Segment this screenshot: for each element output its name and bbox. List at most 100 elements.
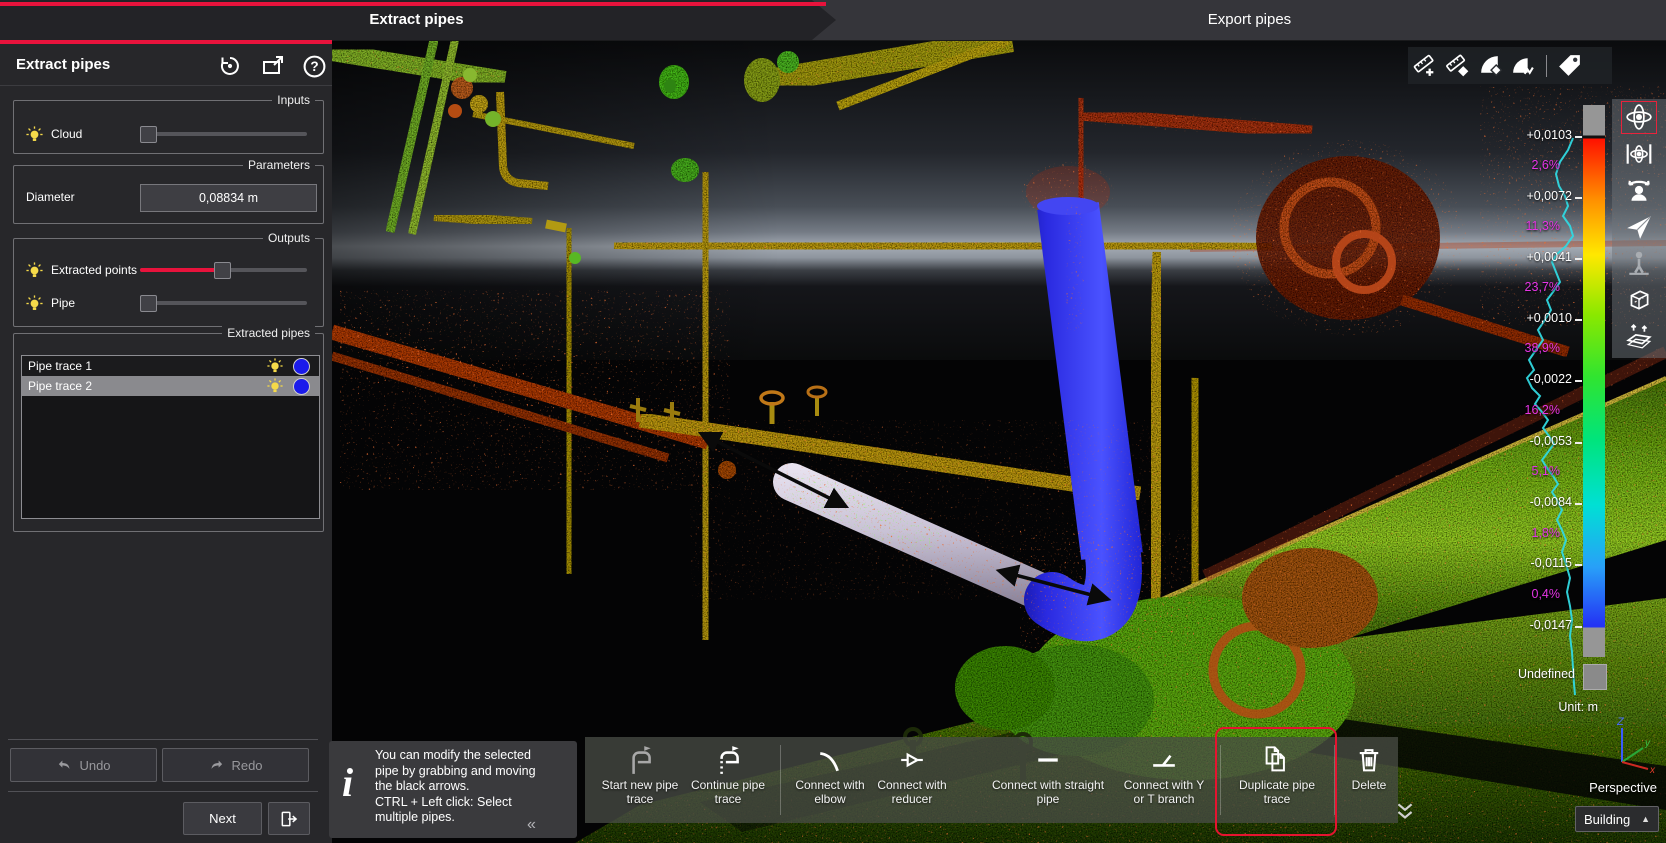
view-cube-icon[interactable] bbox=[1619, 282, 1659, 319]
visibility-bulb-icon[interactable] bbox=[267, 358, 283, 374]
pipe-trace-row-selected[interactable]: Pipe trace 2 bbox=[22, 376, 319, 396]
pipe-trace-row[interactable]: Pipe trace 1 bbox=[22, 356, 319, 376]
turntable-icon[interactable] bbox=[1619, 172, 1659, 209]
scale-value: +0,0072 bbox=[1526, 189, 1572, 203]
scale-percent: 1,8% bbox=[1532, 526, 1561, 540]
exit-icon bbox=[279, 809, 299, 829]
branch-icon bbox=[1151, 747, 1177, 773]
scale-percent: 23,7% bbox=[1525, 280, 1560, 294]
extracted-pipes-list[interactable]: Pipe trace 1 Pipe trace 2 bbox=[21, 355, 320, 519]
extracted-points-slider[interactable] bbox=[140, 262, 307, 278]
undo-button[interactable]: Undo bbox=[10, 748, 157, 782]
parameters-group: Parameters Diameter 0,08834 m bbox=[13, 165, 324, 224]
slider-fill bbox=[140, 268, 222, 272]
outputs-group: Outputs Extracted points bbox=[13, 238, 324, 327]
continue-pipe-icon bbox=[713, 744, 743, 776]
scale-percent: 2,6% bbox=[1532, 158, 1561, 172]
diameter-label: Diameter bbox=[26, 190, 75, 204]
next-button[interactable]: Next bbox=[183, 802, 262, 835]
orbit-constrained-icon[interactable] bbox=[1619, 136, 1659, 173]
redo-icon bbox=[208, 757, 225, 774]
svg-text:?: ? bbox=[310, 59, 318, 74]
continue-pipe-trace-button[interactable]: Continue pipetrace bbox=[684, 742, 772, 820]
duplicate-pipe-trace-button[interactable]: Duplicate pipetrace bbox=[1224, 742, 1330, 820]
redo-button[interactable]: Redo bbox=[162, 748, 309, 782]
toolbar-divider bbox=[1334, 745, 1335, 815]
connect-with-reducer-button[interactable]: Connect withreducer bbox=[874, 742, 950, 820]
hint-panel: i You can modify the selected pipe by gr… bbox=[329, 741, 577, 838]
visibility-bulb-icon[interactable] bbox=[26, 295, 43, 312]
pipe-opacity-slider[interactable] bbox=[140, 295, 307, 311]
measure-distance-icon[interactable] bbox=[1441, 51, 1474, 81]
slider-track[interactable] bbox=[140, 132, 307, 136]
color-scale-bar bbox=[1583, 105, 1605, 657]
inputs-group: Inputs Cloud bbox=[13, 100, 324, 154]
collapse-hint-chevron-icon[interactable]: « bbox=[527, 817, 536, 833]
slider-thumb[interactable] bbox=[214, 262, 231, 279]
scale-tick bbox=[1575, 503, 1582, 505]
reset-command-button[interactable] bbox=[218, 53, 244, 79]
scale-tick bbox=[1575, 197, 1582, 199]
scale-tick bbox=[1575, 258, 1582, 260]
help-button[interactable]: ? bbox=[302, 53, 328, 79]
pipe-color-swatch[interactable] bbox=[293, 358, 310, 375]
open-external-icon bbox=[261, 54, 285, 78]
exit-command-button[interactable] bbox=[268, 802, 310, 835]
straight-pipe-icon bbox=[1035, 747, 1061, 773]
connect-with-elbow-button[interactable]: Connect withelbow bbox=[788, 742, 872, 820]
fly-icon[interactable] bbox=[1619, 209, 1659, 246]
scale-percent: 16,2% bbox=[1525, 403, 1560, 417]
svg-text:x: x bbox=[1649, 765, 1656, 776]
open-in-window-button[interactable] bbox=[261, 53, 287, 79]
undefined-label: Undefined bbox=[1518, 667, 1575, 681]
measure-angle-axis-icon[interactable] bbox=[1507, 51, 1540, 81]
tab-export-label: Export pipes bbox=[1208, 11, 1291, 28]
delete-button[interactable]: Delete bbox=[1340, 742, 1398, 820]
chevron-up-icon: ▲ bbox=[1641, 814, 1650, 824]
orbit-icon[interactable] bbox=[1619, 99, 1659, 136]
diameter-field[interactable]: 0,08834 m bbox=[140, 184, 317, 212]
trash-icon bbox=[1355, 745, 1383, 775]
duplicate-icon bbox=[1262, 745, 1292, 775]
slider-thumb[interactable] bbox=[140, 295, 157, 312]
visibility-bulb-icon[interactable] bbox=[267, 378, 283, 394]
clipping-box-icon[interactable] bbox=[1619, 318, 1659, 355]
visibility-bulb-icon[interactable] bbox=[26, 262, 43, 279]
slider-thumb[interactable] bbox=[140, 126, 157, 143]
view-navigation-toolbar bbox=[1612, 99, 1666, 358]
start-new-pipe-icon bbox=[625, 744, 655, 776]
scale-percent: 38,9% bbox=[1525, 341, 1560, 355]
panel-title: Extract pipes bbox=[16, 44, 110, 85]
connect-with-straight-pipe-button[interactable]: Connect with straightpipe bbox=[984, 742, 1112, 820]
start-new-pipe-trace-button[interactable]: Start new pipetrace bbox=[592, 742, 688, 820]
scale-percent: 0,4% bbox=[1532, 587, 1561, 601]
hint-text: You can modify the selected bbox=[375, 748, 536, 764]
cloud-opacity-slider[interactable] bbox=[140, 126, 307, 142]
inputs-group-label: Inputs bbox=[272, 93, 315, 107]
pipe-label: Pipe bbox=[51, 296, 75, 310]
info-icon: i bbox=[342, 763, 353, 803]
scale-tick bbox=[1575, 319, 1582, 321]
measure-angle-icon[interactable] bbox=[1474, 51, 1507, 81]
extracted-pipes-group: Extracted pipes Pipe trace 1 bbox=[13, 333, 324, 532]
tab-export-pipes[interactable]: Export pipes bbox=[833, 0, 1666, 40]
scale-value: -0,0115 bbox=[1531, 556, 1572, 570]
divider bbox=[8, 739, 318, 740]
application-window: Export pipes Extract pipes Extract pipes bbox=[0, 0, 1666, 843]
extracted-pipes-group-label: Extracted pipes bbox=[222, 326, 315, 340]
scale-value: -0,0022 bbox=[1530, 372, 1572, 386]
pipe-trace-name: Pipe trace 2 bbox=[28, 379, 92, 393]
slider-track[interactable] bbox=[140, 301, 307, 305]
pipe-color-swatch[interactable] bbox=[293, 378, 310, 395]
visibility-bulb-icon[interactable] bbox=[26, 126, 43, 143]
scale-tick bbox=[1575, 136, 1582, 138]
add-measure-icon[interactable] bbox=[1408, 51, 1441, 81]
walk-icon[interactable] bbox=[1619, 245, 1659, 282]
scale-tick bbox=[1575, 564, 1582, 566]
pipe-row: Pipe bbox=[26, 294, 315, 312]
view-mode-dropdown[interactable]: Building ▲ bbox=[1575, 806, 1659, 832]
scale-tick bbox=[1575, 380, 1582, 382]
connect-with-y-or-t-branch-button[interactable]: Connect with Yor T branch bbox=[1112, 742, 1216, 820]
wizard-bar: Export pipes Extract pipes bbox=[0, 0, 1666, 41]
tag-icon[interactable] bbox=[1553, 51, 1586, 81]
